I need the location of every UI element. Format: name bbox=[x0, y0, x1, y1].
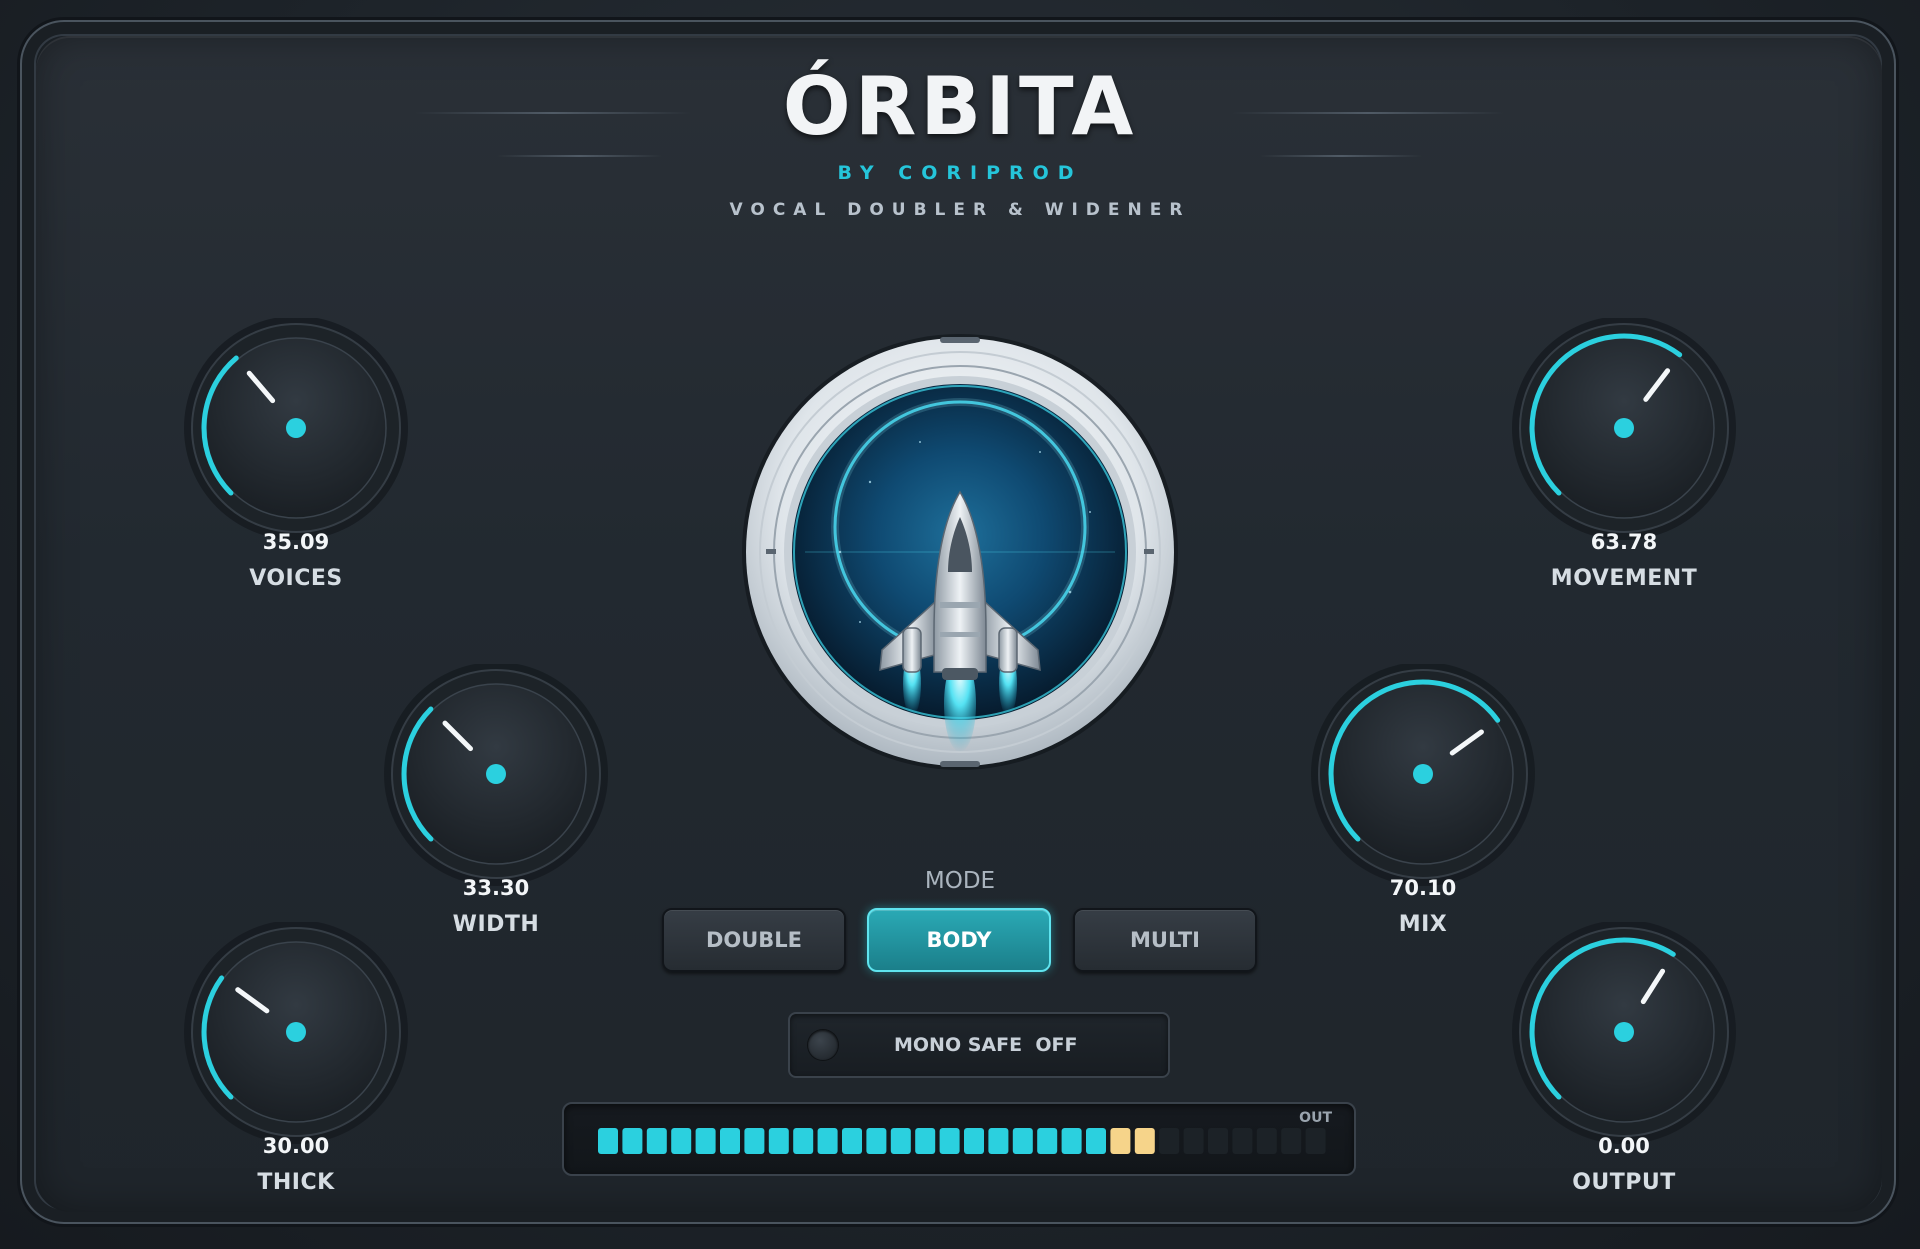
meter-cell-peak bbox=[1110, 1128, 1131, 1154]
meter-cell-lit bbox=[1086, 1128, 1106, 1154]
meter-cells bbox=[598, 1128, 1326, 1154]
meter-cell-lit bbox=[1037, 1128, 1058, 1154]
meter-cell-lit bbox=[842, 1128, 862, 1154]
meter-cell-unlit bbox=[1305, 1128, 1326, 1154]
knob-movement-label: MOVEMENT bbox=[1550, 566, 1698, 591]
plugin-subtitle: VOCAL DOUBLER & WIDENER bbox=[729, 200, 1191, 220]
meter-cell-lit bbox=[1012, 1128, 1033, 1154]
header-divider-right-bottom bbox=[1260, 155, 1422, 157]
meter-cell-lit bbox=[964, 1128, 984, 1154]
knob-thick-label: THICK bbox=[257, 1170, 335, 1195]
knob-voices-label: VOICES bbox=[249, 566, 343, 591]
meter-cell-unlit bbox=[1183, 1128, 1204, 1154]
meter-cell-lit bbox=[817, 1128, 838, 1154]
meter-cell-lit bbox=[646, 1128, 667, 1154]
meter-cell-lit bbox=[695, 1128, 716, 1154]
mode-button-double[interactable]: DOUBLE bbox=[662, 908, 846, 972]
plugin-title: ÓRBITA bbox=[782, 60, 1138, 153]
mono-safe-text: MONO SAFE OFF bbox=[894, 1034, 1077, 1056]
mode-label: MODE bbox=[924, 868, 996, 894]
meter-cell-peak bbox=[1134, 1128, 1155, 1154]
meter-cell-lit bbox=[768, 1128, 789, 1154]
meter-cell-lit bbox=[720, 1128, 740, 1154]
knob-movement-dial[interactable] bbox=[1504, 318, 1744, 558]
meter-cell-lit bbox=[793, 1128, 814, 1154]
knob-center-dot bbox=[1614, 1022, 1634, 1042]
meter-cell-lit bbox=[915, 1128, 936, 1154]
meter-cell-lit bbox=[939, 1128, 960, 1154]
plugin-byline: BY CORIPROD bbox=[837, 162, 1083, 184]
mono-safe-label: MONO SAFE bbox=[894, 1034, 1023, 1056]
knob-output[interactable]: 0.00 OUTPUT bbox=[1504, 922, 1744, 1195]
meter-cell-lit bbox=[1061, 1128, 1082, 1154]
knob-center-dot bbox=[1614, 418, 1634, 438]
output-meter: OUT bbox=[562, 1102, 1356, 1176]
meter-cell-unlit bbox=[1232, 1128, 1253, 1154]
mono-safe-led-icon bbox=[808, 1030, 838, 1060]
meter-cell-lit bbox=[890, 1128, 911, 1154]
knob-output-label: OUTPUT bbox=[1572, 1170, 1676, 1195]
knob-voices-dial[interactable] bbox=[176, 318, 416, 558]
plugin-window: ÓRBITA BY CORIPROD VOCAL DOUBLER & WIDEN… bbox=[0, 0, 1920, 1249]
spaceship-icon bbox=[742, 334, 1178, 770]
meter-cell-unlit bbox=[1208, 1128, 1228, 1154]
meter-cell-lit bbox=[988, 1128, 1009, 1154]
meter-out-label: OUT bbox=[1299, 1110, 1332, 1126]
meter-cell-lit bbox=[671, 1128, 692, 1154]
knob-center-dot bbox=[486, 764, 506, 784]
meter-cell-lit bbox=[598, 1128, 618, 1154]
knob-center-dot bbox=[286, 1022, 306, 1042]
knob-thick[interactable]: 30.00 THICK bbox=[176, 922, 416, 1195]
meter-cell-unlit bbox=[1256, 1128, 1277, 1154]
meter-cell-unlit bbox=[1159, 1128, 1180, 1154]
knob-thick-dial[interactable] bbox=[176, 922, 416, 1162]
meter-cell-lit bbox=[744, 1128, 765, 1154]
knob-center-dot bbox=[286, 418, 306, 438]
knob-movement-value: 63.78 bbox=[1590, 530, 1658, 554]
knob-voices-value: 35.09 bbox=[262, 530, 330, 554]
knob-voices[interactable]: 35.09 VOICES bbox=[176, 318, 416, 591]
knob-thick-value: 30.00 bbox=[262, 1134, 330, 1158]
mode-button-body[interactable]: BODY bbox=[867, 908, 1051, 972]
mono-safe-toggle[interactable]: MONO SAFE OFF bbox=[788, 1012, 1170, 1078]
knob-output-dial[interactable] bbox=[1504, 922, 1744, 1162]
meter-cell-unlit bbox=[1281, 1128, 1302, 1154]
meter-cell-lit bbox=[622, 1128, 643, 1154]
knob-output-value: 0.00 bbox=[1598, 1134, 1650, 1158]
mono-safe-state: OFF bbox=[1035, 1034, 1078, 1056]
knob-center-dot bbox=[1413, 764, 1433, 784]
header-divider-left-bottom bbox=[497, 155, 662, 157]
meter-cell-lit bbox=[866, 1128, 887, 1154]
mode-button-multi[interactable]: MULTI bbox=[1073, 908, 1257, 972]
knob-movement[interactable]: 63.78 MOVEMENT bbox=[1504, 318, 1744, 591]
